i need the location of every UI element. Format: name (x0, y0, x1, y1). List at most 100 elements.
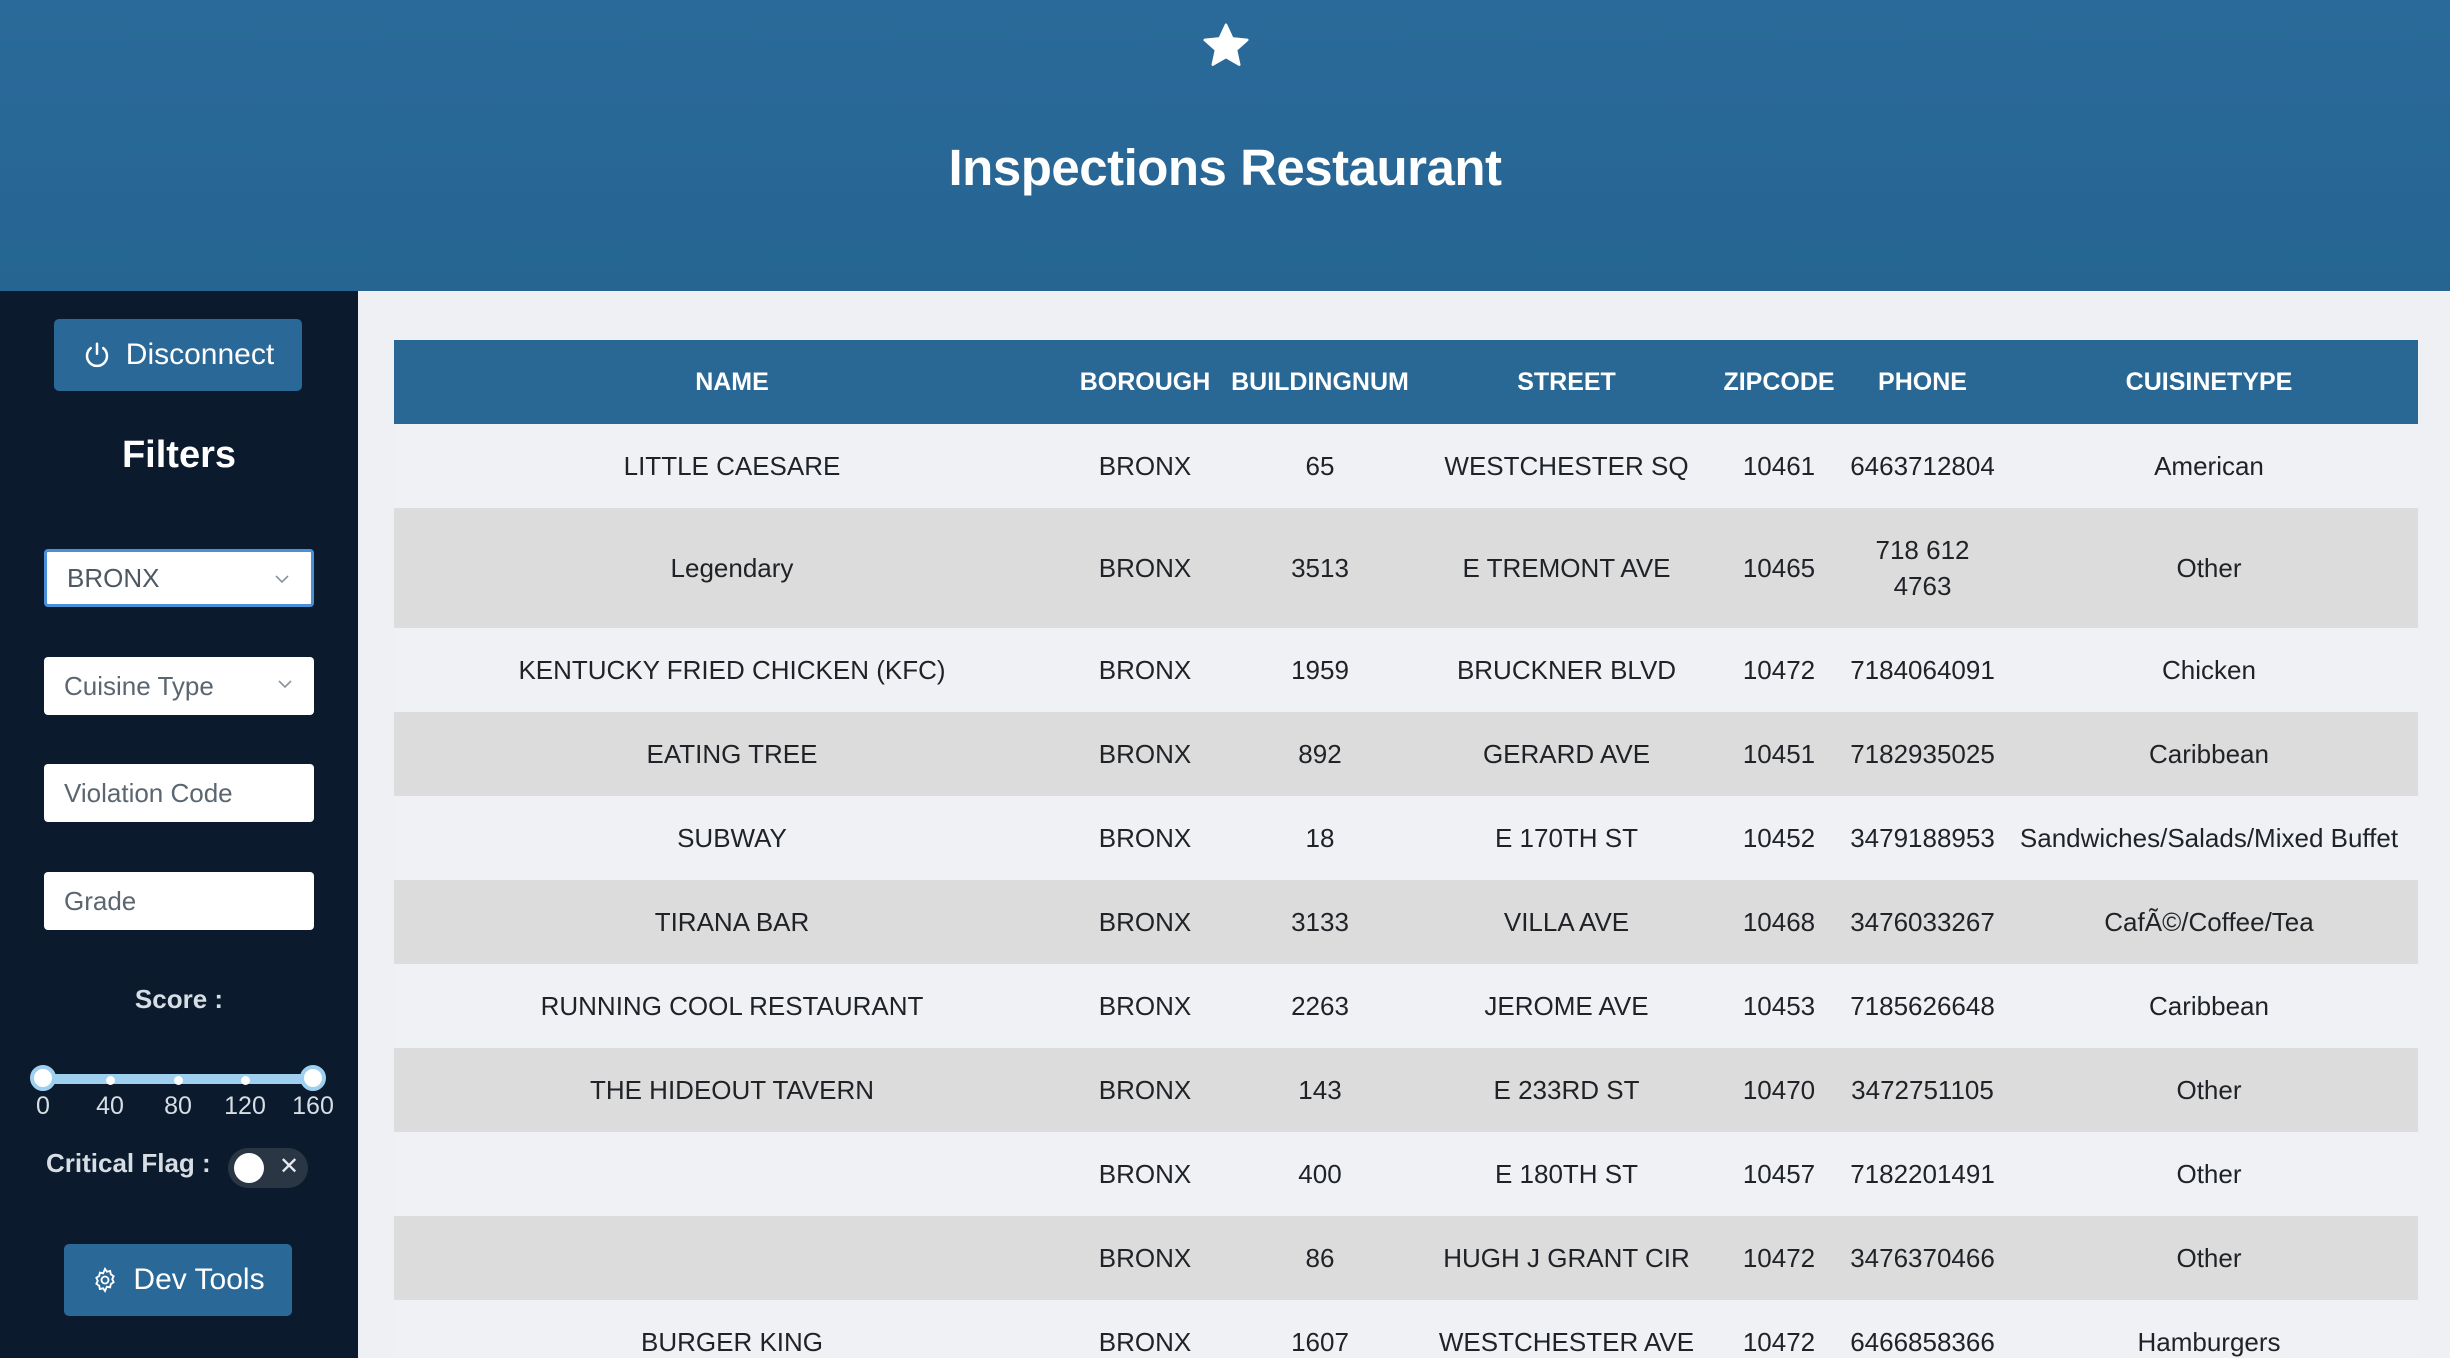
cell-borough: BRONX (1098, 823, 1192, 853)
close-icon: ✕ (279, 1153, 300, 1180)
score-slider-min-handle[interactable] (30, 1065, 56, 1091)
score-slider-mark (174, 1076, 183, 1085)
cell-zipcode: 10472 (1742, 1243, 1816, 1273)
cell-borough: BRONX (1098, 991, 1192, 1021)
table-row[interactable]: KENTUCKY FRIED CHICKEN (KFC) BRONX 1959 … (394, 628, 2418, 712)
sidebar: Disconnect Filters BRONX Cuisine Type Vi… (0, 291, 358, 1358)
cell-borough: BRONX (1098, 553, 1192, 583)
cell-borough: BRONX (1098, 907, 1192, 937)
cell-buildingnum: 18 (1305, 823, 1335, 853)
cell-street: HUGH J GRANT CIR (1443, 1243, 1690, 1273)
table-row[interactable]: EATING TREE BRONX 892 GERARD AVE 10451 7… (394, 712, 2418, 796)
cell-cuisinetype: Hamburgers (2137, 1327, 2281, 1357)
cell-name: KENTUCKY FRIED CHICKEN (KFC) (518, 655, 946, 685)
cell-zipcode: 10470 (1742, 1075, 1816, 1105)
cell-cuisinetype: Caribbean (2149, 991, 2269, 1021)
cell-zipcode: 10468 (1742, 907, 1816, 937)
cell-street: E TREMONT AVE (1462, 553, 1671, 583)
score-tick-label: 160 (292, 1092, 334, 1120)
cell-name: TIRANA BAR (654, 907, 810, 937)
cell-zipcode: 10457 (1742, 1159, 1816, 1189)
column-header-street[interactable]: STREET (1420, 340, 1713, 424)
cell-cuisinetype: American (2154, 451, 2264, 481)
cell-phone: 6466858366 (1850, 1327, 1995, 1357)
power-icon (85, 342, 108, 368)
table-row[interactable]: BRONX 86 HUGH J GRANT CIR 10472 34763704… (394, 1216, 2418, 1300)
critical-flag-label: Critical Flag : (46, 1148, 211, 1178)
cell-name: EATING TREE (646, 739, 818, 769)
table-row[interactable]: SUBWAY BRONX 18 E 170TH ST 10452 3479188… (394, 796, 2418, 880)
cell-buildingnum: 1959 (1291, 655, 1349, 685)
column-header-cuisinetype[interactable]: CUISINETYPE (2000, 340, 2418, 424)
cell-phone: 3476370466 (1850, 1243, 1995, 1273)
score-tick-label: 40 (96, 1092, 124, 1120)
borough-select[interactable]: BRONX (44, 549, 314, 607)
cell-buildingnum: 3133 (1291, 907, 1349, 937)
cell-zipcode: 10453 (1742, 991, 1816, 1021)
cell-buildingnum: 2263 (1291, 991, 1349, 1021)
cell-name: SUBWAY (677, 823, 787, 853)
cell-borough: BRONX (1098, 1159, 1192, 1189)
cell-name: LITTLE CAESARE (623, 451, 841, 481)
score-tick-label: 120 (224, 1092, 266, 1120)
violation-code-placeholder: Violation Code (64, 777, 233, 808)
cell-name (394, 1216, 1070, 1300)
main-content: NAME BOROUGH BUILDINGNUM STREET ZIPCODE … (358, 291, 2450, 1358)
table-row[interactable]: BRONX 400 E 180TH ST 10457 7182201491 Ot… (394, 1132, 2418, 1216)
cell-phone: 7182201491 (1850, 1159, 1995, 1189)
cell-cuisinetype: Other (2176, 1075, 2242, 1105)
score-tick-label: 0 (36, 1092, 50, 1120)
cell-street: E 180TH ST (1494, 1159, 1639, 1189)
cell-cuisinetype: Other (2176, 553, 2242, 583)
cell-buildingnum: 143 (1298, 1075, 1342, 1105)
violation-code-input[interactable]: Violation Code (44, 764, 314, 822)
toggle-knob (234, 1153, 264, 1183)
cell-cuisinetype: Other (2176, 1159, 2242, 1189)
cell-zipcode: 10461 (1742, 451, 1816, 481)
table-header-row: NAME BOROUGH BUILDINGNUM STREET ZIPCODE … (394, 340, 2418, 424)
grade-placeholder: Grade (64, 885, 137, 916)
table-row[interactable]: LITTLE CAESARE BRONX 65 WESTCHESTER SQ 1… (394, 424, 2418, 508)
column-header-zipcode[interactable]: ZIPCODE (1713, 340, 1845, 424)
dev-tools-button[interactable]: Dev Tools (64, 1244, 292, 1316)
table-row[interactable]: BURGER KING BRONX 1607 WESTCHESTER AVE 1… (394, 1300, 2418, 1358)
disconnect-label: Disconnect (125, 338, 275, 371)
cell-street: JEROME AVE (1484, 991, 1649, 1021)
chevron-down-icon (278, 680, 292, 689)
grade-input[interactable]: Grade (44, 872, 314, 930)
cell-buildingnum: 400 (1298, 1159, 1342, 1189)
score-tick-label: 80 (164, 1092, 192, 1120)
cell-buildingnum: 65 (1305, 451, 1335, 481)
cell-street: WESTCHESTER AVE (1438, 1327, 1695, 1357)
borough-select-value: BRONX (67, 562, 160, 593)
cell-zipcode: 10452 (1742, 823, 1816, 853)
cell-zipcode: 10465 (1742, 553, 1816, 583)
cell-borough: BRONX (1098, 655, 1192, 685)
score-slider-mark (106, 1076, 115, 1085)
cell-cuisinetype: Caribbean (2149, 739, 2269, 769)
cell-buildingnum: 86 (1305, 1243, 1335, 1273)
cell-buildingnum: 1607 (1291, 1327, 1349, 1357)
cuisine-type-select[interactable]: Cuisine Type (44, 657, 314, 715)
cell-zipcode: 10472 (1742, 655, 1816, 685)
filters-heading: Filters (121, 434, 237, 476)
column-header-phone[interactable]: PHONE (1845, 340, 2000, 424)
critical-flag-toggle[interactable]: ✕ (228, 1148, 308, 1188)
cell-phone: 7182935025 (1850, 739, 1995, 769)
table-row[interactable]: THE HIDEOUT TAVERN BRONX 143 E 233RD ST … (394, 1048, 2418, 1132)
table-row[interactable]: TIRANA BAR BRONX 3133 VILLA AVE 10468 34… (394, 880, 2418, 964)
cell-name: THE HIDEOUT TAVERN (589, 1075, 875, 1105)
disconnect-button[interactable]: Disconnect (54, 319, 302, 391)
cuisine-type-placeholder: Cuisine Type (64, 670, 214, 701)
cell-cuisinetype: Sandwiches/Salads/Mixed Buffet (2019, 823, 2399, 853)
cell-phone: 3476033267 (1850, 907, 1995, 937)
column-header-name[interactable]: NAME (394, 340, 1070, 424)
cell-name: BURGER KING (640, 1327, 824, 1357)
column-header-buildingnum[interactable]: BUILDINGNUM (1220, 340, 1420, 424)
table-row[interactable]: Legendary BRONX 3513 E TREMONT AVE 10465… (394, 508, 2418, 628)
score-slider-mark (241, 1076, 250, 1085)
cell-buildingnum: 892 (1298, 739, 1342, 769)
score-slider-max-handle[interactable] (300, 1065, 326, 1091)
table-row[interactable]: RUNNING COOL RESTAURANT BRONX 2263 JEROM… (394, 964, 2418, 1048)
column-header-borough[interactable]: BOROUGH (1070, 340, 1220, 424)
